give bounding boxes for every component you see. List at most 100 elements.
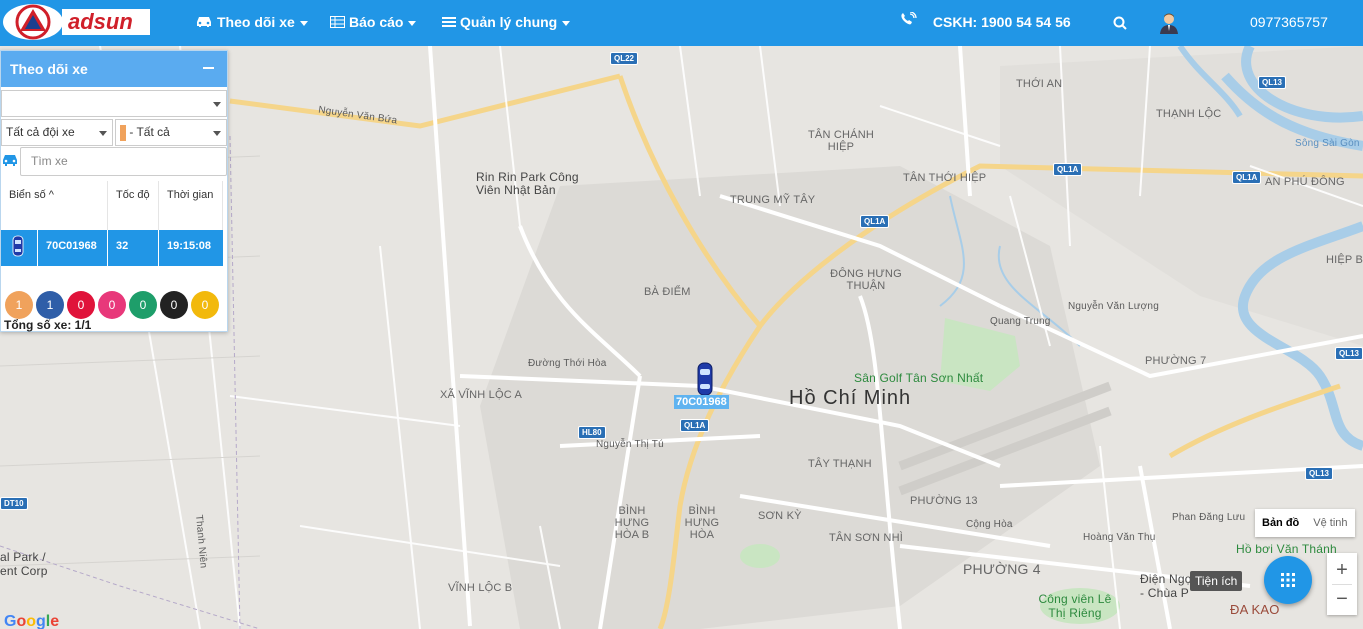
district-label: THỚI AN: [1016, 78, 1063, 90]
road-shield: QL1A: [680, 419, 710, 432]
district-label: TÂN CHÁNH HIỆP: [808, 129, 874, 153]
street-label: Đường Thới Hòa: [528, 358, 607, 369]
brand-text: adsun: [68, 9, 133, 34]
total-vehicles: Tổng số xe: 1/1: [4, 318, 92, 332]
counter-badge[interactable]: 1: [36, 291, 64, 319]
vehicle-plate-label[interactable]: 70C01968: [674, 395, 729, 409]
fleet-select[interactable]: Tất cả đội xe: [1, 119, 113, 146]
road-shield: HL80: [578, 426, 606, 439]
table-row[interactable]: 70C01968 32 19:15:08: [1, 230, 223, 266]
vehicle-status-icon: [1, 230, 38, 266]
vehicle-car-icon: [697, 362, 713, 396]
road-shield: DT10: [0, 497, 28, 510]
poi-label: Hồ bơi Văn Thánh: [1236, 542, 1337, 556]
minimize-icon[interactable]: [203, 67, 214, 69]
road-shield: QL13: [1335, 347, 1363, 360]
district-label: SƠN KỲ: [758, 510, 802, 522]
google-logo[interactable]: Google: [4, 613, 59, 629]
adsun-logo[interactable]: adsun: [2, 3, 152, 41]
nav-management[interactable]: Quản lý chung: [442, 0, 571, 46]
road-shield: QL1A: [860, 215, 890, 228]
city-label: Hồ Chí Minh: [789, 387, 912, 409]
chevron-down-icon: [299, 20, 308, 26]
column-header-plate[interactable]: Biển số ^: [1, 181, 108, 230]
district-label: HIỆP BÌNH: [1326, 254, 1363, 266]
street-label: Cộng Hòa: [966, 519, 1013, 530]
zoom-control: + −: [1327, 553, 1357, 615]
map-type-control: Bản đồ Vệ tinh: [1255, 509, 1355, 537]
column-header-speed[interactable]: Tốc độ: [108, 181, 159, 230]
counter-badge[interactable]: 0: [129, 291, 157, 319]
district-label: BÌNH HƯNG HÒA: [684, 505, 720, 541]
nav-label: Theo dõi xe: [217, 14, 295, 30]
chevron-down-icon: [99, 131, 107, 136]
poi-label: Sân Golf Tân Sơn Nhất: [854, 371, 984, 385]
nav-reports[interactable]: Báo cáo: [330, 0, 417, 46]
district-label: THẠNH LỘC: [1156, 108, 1222, 120]
cell-plate: 70C01968: [38, 230, 108, 266]
zoom-out-button[interactable]: −: [1327, 584, 1357, 614]
user-avatar[interactable]: [1159, 0, 1179, 46]
street-label: Phan Đăng Lưu: [1172, 512, 1246, 523]
company-select[interactable]: [1, 90, 227, 117]
hotline: CSKH: 1900 54 54 56: [899, 0, 1071, 46]
table-icon: [330, 1, 345, 45]
district-label: BÌNH HƯNG HÒA B: [614, 505, 650, 541]
poi-label: Công viên Lê Thị Riêng: [1038, 592, 1112, 620]
district-label: TRUNG MỸ TÂY: [730, 194, 816, 206]
utility-button[interactable]: [1264, 556, 1312, 604]
district-label: TÂN SƠN NHÌ: [829, 532, 903, 544]
map-type-roadmap[interactable]: Bản đồ: [1255, 509, 1306, 537]
counter-badge[interactable]: 1: [5, 291, 33, 319]
car-icon: [195, 1, 213, 45]
poi-label: Rin Rin Park Công Viên Nhật Bản: [476, 170, 579, 197]
counter-badge[interactable]: 0: [191, 291, 219, 319]
utility-tooltip: Tiện ích: [1190, 571, 1243, 591]
road-shield: QL13: [1258, 76, 1287, 89]
chevron-down-icon: [213, 131, 221, 136]
street-label: Hoàng Văn Thụ: [1083, 532, 1156, 543]
road-shield: QL13: [1305, 467, 1334, 480]
district-label: TÂY THẠNH: [808, 458, 872, 470]
user-phone[interactable]: 0977365757: [1250, 0, 1328, 46]
nav-vehicle-tracking[interactable]: Theo dõi xe: [195, 0, 308, 46]
status-select[interactable]: - Tất cả: [115, 119, 227, 146]
chevron-down-icon: [408, 20, 417, 26]
cell-speed: 32: [108, 230, 159, 266]
counter-badge[interactable]: 0: [98, 291, 126, 319]
nav-label: Báo cáo: [349, 14, 404, 30]
car-icon: [1, 153, 19, 172]
hotline-text: CSKH: 1900 54 54 56: [932, 14, 1071, 30]
zoom-in-button[interactable]: +: [1327, 555, 1357, 585]
vehicle-tracking-panel: Theo dõi xe Tất cả đội xe - Tất cả Tìm x…: [0, 50, 228, 332]
phone-icon: [899, 1, 917, 45]
nav-label: Quản lý chung: [460, 14, 558, 30]
cell-time: 19:15:08: [167, 240, 212, 252]
street-label: Quang Trung: [990, 316, 1051, 327]
street-label: Nguyễn Văn Lượng: [1068, 301, 1159, 312]
list-icon: [442, 1, 456, 45]
map-type-satellite[interactable]: Vệ tinh: [1306, 509, 1354, 537]
vehicle-search-input[interactable]: Tìm xe: [20, 147, 227, 176]
chevron-down-icon: [213, 102, 221, 107]
column-header-time[interactable]: Thời gian: [159, 181, 223, 230]
district-label: AN PHÚ ĐÔNG: [1265, 176, 1345, 188]
district-label: PHƯỜNG 13: [910, 495, 978, 507]
district-label: BÀ ĐIỂM: [644, 286, 691, 298]
road-shield: QL22: [610, 52, 639, 65]
street-label: Nguyễn Thị Tú: [596, 439, 664, 450]
status-select-value: - Tất cả: [129, 125, 170, 139]
district-label: PHƯỜNG 4: [963, 561, 1041, 577]
poi-label: al Park / ent Corp: [0, 550, 48, 578]
search-button[interactable]: [1113, 0, 1127, 46]
river-label: Sông Sài Gòn: [1295, 138, 1360, 149]
counter-badge[interactable]: 0: [160, 291, 188, 319]
road-shield: QL1A: [1232, 171, 1262, 184]
counter-badge[interactable]: 0: [67, 291, 95, 319]
district-label: PHƯỜNG 7: [1145, 355, 1207, 367]
district-label: TÂN THỚI HIỆP: [903, 172, 987, 184]
top-navbar: adsun Theo dõi xe Báo cáo Quản lý chung …: [0, 0, 1363, 46]
grid-icon: [1281, 573, 1295, 587]
search-icon: [1113, 14, 1127, 31]
chevron-down-icon: [562, 20, 571, 26]
